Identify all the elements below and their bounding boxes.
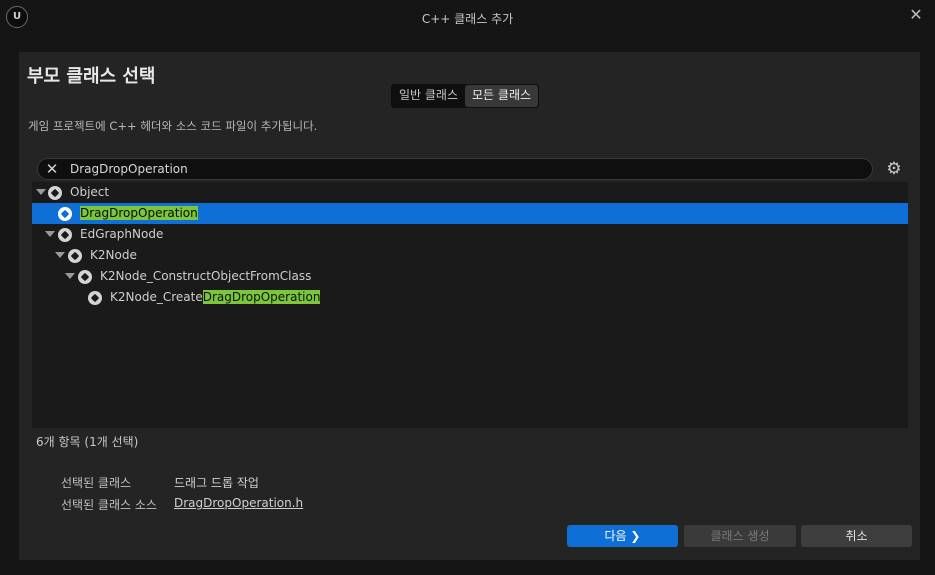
class-tree: Object DragDropOperation EdGraphNode K2N… — [32, 182, 908, 428]
clear-search-icon[interactable]: ✕ — [43, 160, 61, 178]
search-box: ✕ — [37, 158, 873, 180]
selected-class-label: 선택된 클래스 — [61, 476, 132, 490]
item-count: 6개 항목 (1개 선택) — [36, 435, 139, 449]
title-bar: U C++ 클래스 추가 ✕ — [0, 0, 935, 36]
close-icon[interactable]: ✕ — [905, 4, 927, 26]
search-match-highlight: DragDropOperation — [80, 206, 198, 220]
search-input[interactable] — [70, 160, 860, 178]
tree-row-object[interactable]: Object — [32, 182, 908, 203]
tree-row-label: Object — [70, 185, 110, 199]
class-icon — [68, 249, 82, 263]
gear-icon[interactable]: ⚙ — [884, 159, 904, 179]
selected-source-label: 선택된 클래스 소스 — [61, 498, 157, 512]
window-title: C++ 클래스 추가 — [421, 12, 514, 26]
expand-arrow-icon[interactable] — [45, 231, 55, 237]
class-icon — [88, 291, 102, 305]
class-icon — [58, 228, 72, 242]
tree-row-label: K2Node_ConstructObjectFromClass — [100, 269, 312, 283]
tab-common-classes[interactable]: 일반 클래스 — [392, 85, 465, 107]
search-match-highlight: DragDropOperation — [202, 290, 321, 304]
create-class-button[interactable]: 클래스 생성 — [684, 525, 796, 547]
expand-arrow-icon[interactable] — [55, 252, 65, 258]
tree-row-label-prefix: K2Node_Create — [110, 290, 203, 304]
class-icon — [58, 207, 72, 221]
class-filter-toggle: 일반 클래스 모든 클래스 — [391, 84, 540, 108]
tree-row-dragdropoperation[interactable]: DragDropOperation — [32, 203, 908, 224]
page-title: 부모 클래스 선택 — [27, 66, 156, 87]
tree-row-k2node-constructobjectfromclass[interactable]: K2Node_ConstructObjectFromClass — [32, 266, 908, 287]
cancel-button[interactable]: 취소 — [801, 525, 912, 547]
class-icon — [48, 186, 62, 200]
expand-arrow-icon[interactable] — [36, 189, 46, 195]
class-icon — [78, 270, 92, 284]
expand-arrow-icon[interactable] — [65, 273, 75, 279]
description-text: 게임 프로젝트에 C++ 헤더와 소스 코드 파일이 추가됩니다. — [28, 119, 318, 133]
next-button[interactable]: 다음 ❯ — [567, 525, 678, 547]
tree-row-label: K2Node — [90, 248, 137, 262]
selected-class-value: 드래그 드롭 작업 — [174, 476, 259, 490]
tree-row-k2node[interactable]: K2Node — [32, 245, 908, 266]
selected-source-link[interactable]: DragDropOperation.h — [174, 496, 303, 510]
tree-row-label: EdGraphNode — [80, 227, 164, 241]
tab-all-classes[interactable]: 모든 클래스 — [465, 85, 539, 107]
tree-row-edgraphnode[interactable]: EdGraphNode — [32, 224, 908, 245]
tree-row-k2node-createdragdropoperation[interactable]: K2Node_CreateDragDropOperation — [32, 287, 908, 308]
